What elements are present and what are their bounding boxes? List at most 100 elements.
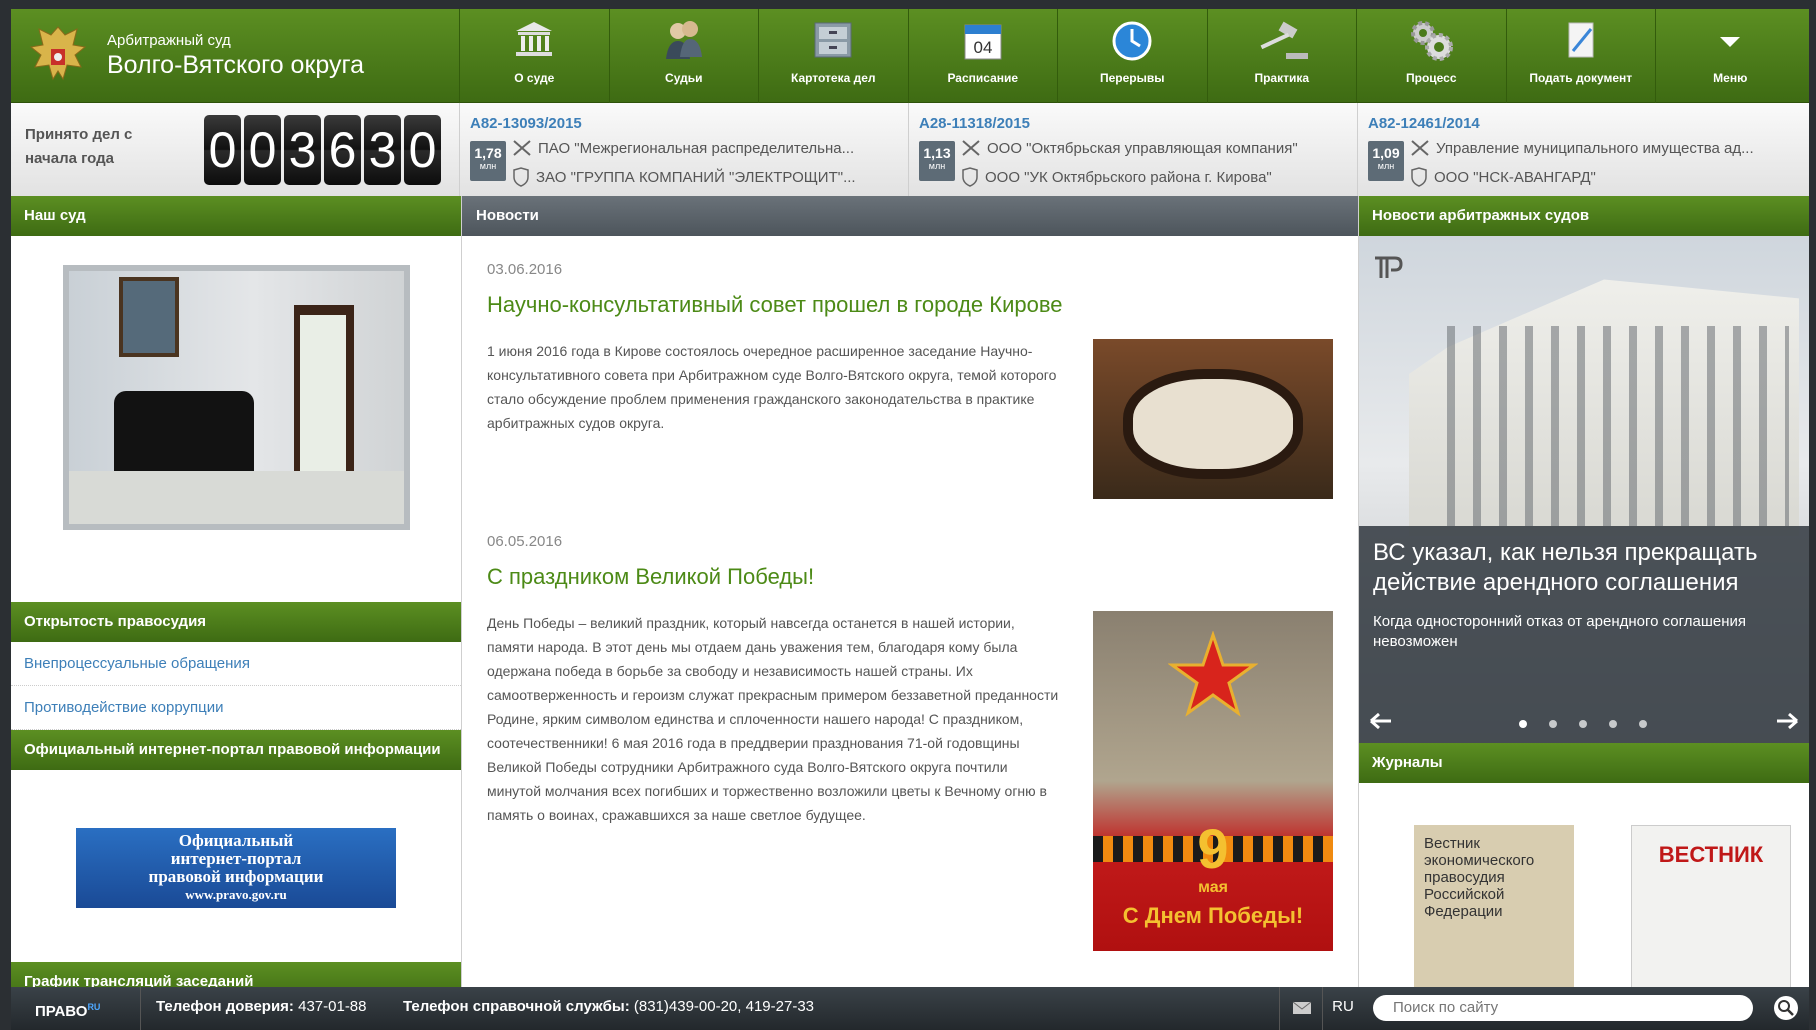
envelope-icon: [1292, 1001, 1312, 1014]
plaintiff-name: ПАО "Межрегиональная распределительна...: [538, 139, 855, 157]
arrow-left-icon[interactable]: [1369, 712, 1393, 730]
case-sum: 1,09: [1372, 145, 1400, 161]
nav-label: Процесс: [1405, 71, 1457, 85]
banner-url: www.pravo.gov.ru: [185, 887, 287, 902]
counter-digit: 6: [324, 115, 361, 185]
shield-icon: [513, 167, 529, 187]
case-sum: 1,78: [474, 145, 502, 161]
news-date: 06.05.2016: [487, 533, 563, 550]
main-nav: О суде Судьи Картотека дел 04 Расписание…: [459, 9, 1805, 103]
nav-schedule[interactable]: 04 Расписание: [907, 9, 1058, 103]
clock-icon: [1112, 21, 1152, 61]
file-cabinet-icon: [814, 22, 852, 58]
nav-judges[interactable]: Судьи: [608, 9, 759, 103]
link-anti-corruption[interactable]: Противодействие коррупции: [11, 686, 461, 730]
help-phone-number: (831)439-00-20, 419-27-33: [633, 998, 814, 1015]
nav-label: Судьи: [665, 71, 703, 85]
link-non-procedural-appeals[interactable]: Внепроцессуальные обращения: [11, 642, 461, 686]
defendant-name: ЗАО "ГРУППА КОМПАНИЙ "ЭЛЕКТРОЩИТ"...: [536, 168, 856, 186]
nav-label: Практика: [1254, 71, 1310, 85]
nav-menu[interactable]: Меню: [1655, 9, 1805, 103]
language-switch[interactable]: RU: [1323, 987, 1363, 1027]
case-plaintiff: ПАО "Межрегиональная распределительна...: [512, 139, 892, 157]
slider-dots: [1519, 720, 1647, 728]
swords-icon: [962, 140, 980, 156]
mail-button[interactable]: [1279, 987, 1323, 1030]
court-room-image: [69, 271, 404, 524]
slider-dot[interactable]: [1579, 720, 1587, 728]
trust-phone-label: Телефон доверия:: [156, 998, 294, 1015]
nav-practice[interactable]: Практика: [1206, 9, 1357, 103]
news-item: 03.06.2016 Научно-консультативный совет …: [487, 261, 1333, 501]
openness-section: Открытость правосудия Внепроцессуальные …: [11, 602, 461, 770]
building-icon: [516, 22, 553, 56]
left-column: Наш суд Открытость правосудия Внепроцесс…: [11, 196, 461, 1002]
case-sum: 1,13: [923, 145, 951, 161]
banner-line: правовой информации: [148, 867, 324, 886]
case-number-link[interactable]: А82-13093/2015: [470, 115, 908, 132]
nav-process[interactable]: Процесс: [1356, 9, 1506, 103]
arrow-right-icon[interactable]: [1775, 712, 1799, 730]
news-image-victory-poster[interactable]: 9 мая С Днем Победы!: [1093, 611, 1333, 951]
plaintiff-name: Управление муниципального имущества ад..…: [1436, 139, 1754, 157]
case-card: А82-12461/2014 1,09 млн Управление муници…: [1357, 103, 1809, 196]
poster-month: мая: [1198, 879, 1228, 896]
slide-title-link[interactable]: ВС указал, как нельзя прекращать действи…: [1373, 538, 1795, 598]
nav-label: Расписание: [947, 71, 1019, 85]
news-date: 03.06.2016: [487, 261, 563, 278]
counter-digit: 0: [204, 115, 241, 185]
case-defendant: ЗАО "ГРУППА КОМПАНИЙ "ЭЛЕКТРОЩИТ"...: [512, 167, 892, 187]
case-sum-unit: млн: [479, 161, 497, 171]
brand-name: ПРАВО: [35, 1003, 88, 1020]
nav-label: О суде: [514, 71, 555, 85]
case-number-link[interactable]: А82-12461/2014: [1368, 115, 1809, 132]
pravo-ru-link[interactable]: ПРАВОRU: [11, 987, 141, 1030]
nav-submit-document[interactable]: Подать документ: [1505, 9, 1656, 103]
nav-case-files[interactable]: Картотека дел: [758, 9, 908, 103]
journal-title: Вестник экономического правосудия Россий…: [1424, 835, 1535, 920]
journal-cover-economic-justice[interactable]: Вестник экономического правосудия Россий…: [1414, 825, 1574, 995]
case-sum-badge: 1,13 млн: [919, 141, 955, 181]
court-photo[interactable]: [63, 265, 410, 530]
slider-dot[interactable]: [1639, 720, 1647, 728]
court-title: Волго-Вятского округа: [107, 51, 364, 79]
pravo-gov-banner[interactable]: Официальный интернет-портал правовой инф…: [76, 828, 396, 908]
nav-about[interactable]: О суде: [459, 9, 609, 103]
news-slider[interactable]: ВС указал, как нельзя прекращать действи…: [1359, 236, 1809, 743]
news-title-link[interactable]: Научно-консультативный совет прошел в го…: [487, 292, 1333, 318]
poster-text: С Днем Победы!: [1122, 903, 1304, 928]
section-header-arbitration-news: Новости арбитражных судов: [1359, 196, 1809, 236]
trust-phone: Телефон доверия: 437-01-88: [156, 987, 367, 1027]
slide-caption: ВС указал, как нельзя прекращать действи…: [1359, 526, 1809, 743]
section-header-openness: Открытость правосудия: [11, 602, 461, 642]
nav-label: Меню: [1713, 71, 1748, 85]
case-card: А28-11318/2015 1,13 млн ООО "Октябрьская …: [908, 103, 1357, 196]
calendar-icon: 04: [964, 24, 1002, 60]
footer: ПРАВОRU Телефон доверия: 437-01-88 Телеф…: [11, 987, 1809, 1030]
cases-count-label: Принято дел с начала года: [25, 126, 133, 167]
search-input[interactable]: [1373, 995, 1753, 1021]
help-phone-label: Телефон справочной службы:: [403, 998, 630, 1015]
journals-section: Журналы Вестник экономического правосуди…: [1359, 743, 1809, 995]
search-icon[interactable]: [1773, 995, 1799, 1021]
header: Арбитражный суд Волго-Вятского округа О …: [11, 9, 1809, 103]
case-card: А82-13093/2015 1,78 млн ПАО "Межрегиональ…: [459, 103, 908, 196]
news-title-link[interactable]: С праздником Великой Победы!: [487, 564, 1333, 590]
case-defendant: ООО "НСК-АВАНГАРД": [1410, 167, 1800, 187]
journal-title: ВЕСТНИК: [1658, 842, 1764, 867]
swords-icon: [513, 140, 531, 156]
news-column: Новости 03.06.2016 Научно-консультативны…: [461, 196, 1359, 996]
news-image-council[interactable]: [1093, 339, 1333, 499]
case-plaintiff: ООО "Октябрьская управляющая компания": [961, 139, 1341, 157]
slider-dot[interactable]: [1609, 720, 1617, 728]
nav-breaks[interactable]: Перерывы: [1057, 9, 1207, 103]
site-logo[interactable]: Арбитражный суд Волго-Вятского округа: [11, 9, 459, 103]
nav-label: Перерывы: [1099, 71, 1165, 85]
slider-dot[interactable]: [1549, 720, 1557, 728]
banner-line: интернет-портал: [170, 849, 302, 868]
journal-cover-vestnik[interactable]: ВЕСТНИК: [1631, 825, 1791, 995]
slider-dot[interactable]: [1519, 720, 1527, 728]
case-number-link[interactable]: А28-11318/2015: [919, 115, 1357, 132]
defendant-name: ООО "НСК-АВАНГАРД": [1434, 168, 1596, 186]
defendant-name: ООО "УК Октябрьского района г. Кирова": [985, 168, 1272, 186]
